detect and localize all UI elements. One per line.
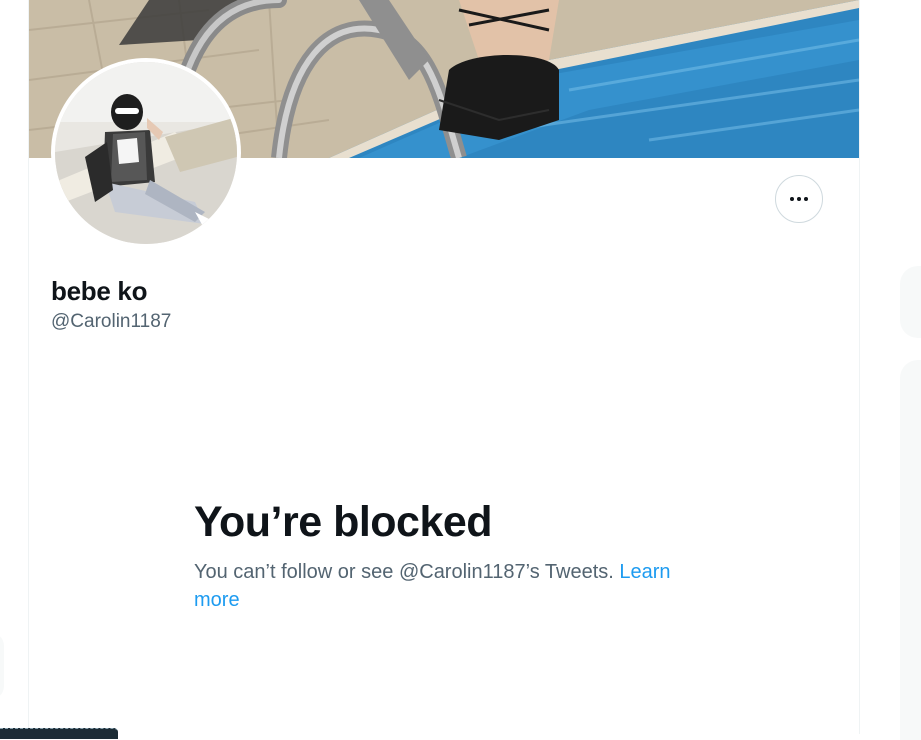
profile-column: bebe ko @Carolin1187 You’re blocked You … <box>28 0 860 734</box>
profile-avatar[interactable] <box>51 58 241 248</box>
profile-handle: @Carolin1187 <box>51 311 172 332</box>
blocked-title: You’re blocked <box>194 498 493 546</box>
more-horizontal-icon <box>790 197 808 201</box>
blocked-notice: You’re blocked You can’t follow or see @… <box>194 496 714 614</box>
blocked-message: You can’t follow or see @Carolin1187’s T… <box>194 561 620 583</box>
left-nav-edge <box>0 632 4 700</box>
sidebar-trends-panel <box>900 360 921 740</box>
profile-display-name: bebe ko <box>51 276 148 306</box>
more-options-button[interactable] <box>775 175 823 223</box>
blocked-message-container: You can’t follow or see @Carolin1187’s T… <box>194 558 714 614</box>
sidebar-search-panel <box>900 266 921 338</box>
